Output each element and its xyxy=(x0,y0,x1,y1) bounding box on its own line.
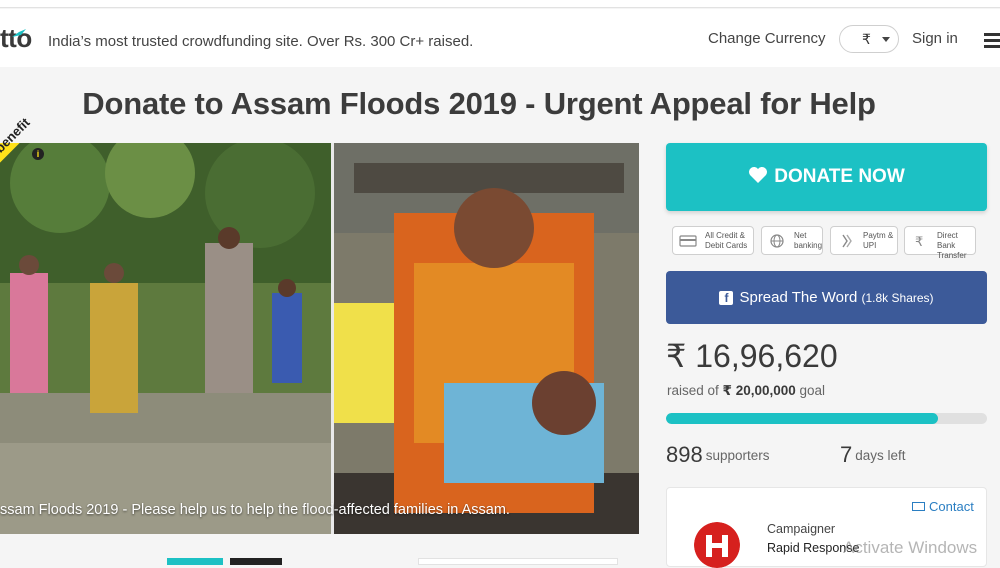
flood-walkers-photo xyxy=(0,143,331,534)
payment-option-label: UPI xyxy=(863,241,877,250)
payment-option-label: Paytm & xyxy=(863,231,894,240)
windows-activation-watermark: Activate Windows xyxy=(843,538,978,557)
bird-icon xyxy=(12,29,26,37)
donate-now-button[interactable]: DONATE NOW xyxy=(666,143,987,211)
days-count: 7 xyxy=(840,442,853,467)
spread-the-word-button[interactable]: f Spread The Word (1.8k Shares) xyxy=(666,271,987,324)
logo[interactable]: tto xyxy=(0,23,32,54)
payment-option-bank-transfer[interactable]: ₹ Direct Bank Transfer xyxy=(904,226,976,260)
shares-count: (1.8k Shares) xyxy=(861,291,934,305)
browser-top-edge xyxy=(0,0,1000,8)
spread-label: Spread The Word xyxy=(739,289,858,306)
payment-option-label: Direct Bank xyxy=(937,231,958,250)
days-left-stat: 7 days left xyxy=(840,442,906,468)
upi-icon xyxy=(842,234,852,248)
goal-amount: ₹ 20,00,000 xyxy=(722,383,796,398)
payment-option-label: Transfer xyxy=(937,251,967,260)
supporters-stat: 898 supporters xyxy=(666,442,770,468)
mother-child-photo xyxy=(334,143,639,534)
info-icon[interactable]: i xyxy=(32,148,44,160)
funding-progress-bar xyxy=(666,413,987,424)
page-title: Donate to Assam Floods 2019 - Urgent App… xyxy=(82,86,876,121)
rupee-icon: ₹ xyxy=(915,235,923,248)
thumbnail-active[interactable] xyxy=(167,558,223,565)
tagline: India’s most trusted crowdfunding site. … xyxy=(48,33,474,50)
goal-suffix: goal xyxy=(799,383,826,398)
sign-in-link[interactable]: Sign in xyxy=(912,30,958,47)
raised-amount: ₹ 16,96,620 xyxy=(666,338,838,374)
thumbnail[interactable] xyxy=(230,558,282,565)
change-currency-label[interactable]: Change Currency xyxy=(708,30,826,47)
card-icon xyxy=(679,235,697,247)
payment-option-label: All Credit & xyxy=(705,231,746,240)
payment-option-upi[interactable]: Paytm & UPI xyxy=(830,226,898,255)
donate-now-label: DONATE NOW xyxy=(774,166,905,187)
heart-icon xyxy=(749,167,768,183)
raised-of-prefix: raised of xyxy=(667,383,719,398)
payment-option-label: Net xyxy=(794,231,807,240)
days-label: days left xyxy=(855,448,906,463)
globe-icon xyxy=(770,234,784,248)
currency-select[interactable]: ₹ xyxy=(839,25,899,53)
currency-symbol: ₹ xyxy=(862,31,871,47)
contact-link[interactable]: Contact xyxy=(912,499,974,514)
goal-line: raised of ₹ 20,00,000 goal xyxy=(667,383,825,399)
payment-option-label: banking xyxy=(794,241,823,250)
facebook-icon: f xyxy=(719,291,734,305)
menu-icon[interactable] xyxy=(984,33,1000,48)
supporters-label: supporters xyxy=(705,448,770,463)
envelope-icon xyxy=(912,502,925,511)
campaigner-label: Campaigner xyxy=(767,522,836,536)
hero-caption: ssam Floods 2019 - Please help us to hel… xyxy=(0,502,510,518)
chevron-down-icon xyxy=(882,37,890,42)
payment-option-label: Debit Cards xyxy=(705,241,748,250)
svg-text:₹: ₹ xyxy=(915,235,923,248)
payment-option-cards[interactable]: All Credit & Debit Cards xyxy=(672,226,754,255)
campaign-hero-image[interactable] xyxy=(0,143,639,534)
site-header: tto India’s most trusted crowdfunding si… xyxy=(0,9,1000,67)
supporters-count: 898 xyxy=(666,442,703,467)
contact-label: Contact xyxy=(929,499,974,514)
funding-progress-fill xyxy=(666,413,939,424)
payment-option-netbanking[interactable]: Net banking xyxy=(761,226,823,255)
campaigner-logo[interactable] xyxy=(694,522,740,568)
thumbnail[interactable] xyxy=(418,558,618,565)
